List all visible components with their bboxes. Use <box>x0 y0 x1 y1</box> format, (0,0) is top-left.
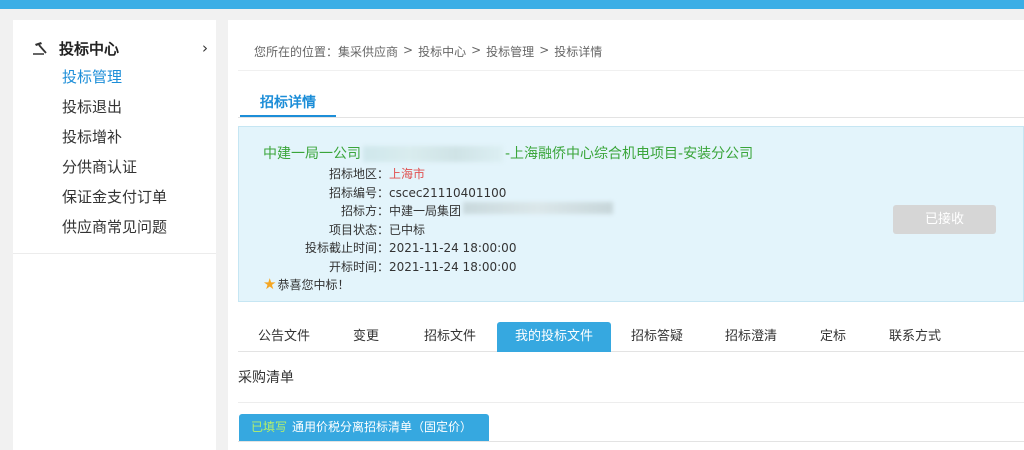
field-bid-deadline: 投标截止时间： 2021-11-24 18:00:00 <box>263 239 613 258</box>
redacted-block <box>463 202 614 214</box>
divider <box>238 402 1024 403</box>
main-panel: 您所在的位置： 集采供应商 > 投标中心 > 投标管理 > 投标详情 招标详情 … <box>228 20 1024 450</box>
breadcrumb-prefix: 您所在的位置： <box>254 45 339 59</box>
sidebar-divider <box>13 253 216 254</box>
fill-status: 已填写 <box>251 420 288 434</box>
tab-clarification[interactable]: 招标澄清 <box>715 322 787 352</box>
field-value: 2021-11-24 18:00:00 <box>389 259 517 274</box>
field-value: cscec21110401100 <box>389 185 507 200</box>
bill-tab[interactable]: 已填写 通用价税分离招标清单（固定价） <box>239 414 489 441</box>
company-prefix: 中建一局一公司 <box>263 146 361 162</box>
divider <box>238 70 1024 71</box>
field-project-status: 项目状态： 已中标 <box>263 221 613 240</box>
field-tender-number: 招标编号： cscec21110401100 <box>263 184 613 203</box>
field-opening-time: 开标时间： 2021-11-24 18:00:00 <box>263 258 613 277</box>
sidebar: 投标中心 › 投标管理 投标退出 投标增补 分供商认证 保证金支付订单 供应商常… <box>13 20 216 450</box>
field-label: 投标截止时间： <box>304 241 389 255</box>
tab-contact[interactable]: 联系方式 <box>879 322 951 352</box>
field-value: 中建一局集团 <box>389 204 462 218</box>
sidebar-item-bid-management[interactable]: 投标管理 <box>62 66 167 96</box>
sidebar-title: 投标中心 <box>59 39 120 58</box>
tab-award[interactable]: 定标 <box>809 322 857 352</box>
breadcrumb-item[interactable]: 投标中心 <box>418 43 466 60</box>
purchase-list-title: 采购清单 <box>238 370 294 386</box>
star-icon: ★ <box>263 275 277 293</box>
sidebar-item-deposit-orders[interactable]: 保证金支付订单 <box>62 186 167 216</box>
breadcrumb-item[interactable]: 集采供应商 <box>338 43 398 60</box>
tab-my-bid-docs[interactable]: 我的投标文件 <box>497 322 611 352</box>
breadcrumb-separator: > <box>539 43 550 57</box>
top-bar <box>0 0 1024 9</box>
company-suffix: -上海融侨中心综合机电项目-安装分公司 <box>505 146 754 162</box>
field-label: 项目状态： <box>328 222 389 237</box>
gavel-icon <box>33 42 47 55</box>
field-label: 招标方： <box>340 204 389 218</box>
tender-info-box: 中建一局一公司 -上海融侨中心综合机电项目-安装分公司 招标地区： 上海市 招标编… <box>238 126 1024 302</box>
redacted-block <box>363 146 503 162</box>
sidebar-item-subcontractor-cert[interactable]: 分供商认证 <box>62 156 167 186</box>
section-title: 招标详情 <box>240 92 336 117</box>
bill-name: 通用价税分离招标清单（固定价） <box>292 420 473 434</box>
tab-announcement[interactable]: 公告文件 <box>248 322 320 352</box>
sidebar-item-bid-withdraw[interactable]: 投标退出 <box>62 96 167 126</box>
divider <box>238 117 1024 118</box>
breadcrumb-item: 投标详情 <box>554 45 603 59</box>
breadcrumb: 您所在的位置： 集采供应商 > 投标中心 > 投标管理 > 投标详情 <box>254 43 602 60</box>
chevron-right-icon[interactable]: › <box>202 39 208 57</box>
field-label: 开标时间： <box>328 259 389 274</box>
sidebar-item-faq[interactable]: 供应商常见问题 <box>62 216 167 246</box>
tender-fields: 招标地区： 上海市 招标编号： cscec21110401100 招标方： 中建… <box>263 165 614 277</box>
tab-qa[interactable]: 招标答疑 <box>621 322 693 352</box>
field-label: 招标编号： <box>328 185 389 200</box>
breadcrumb-separator: > <box>471 43 482 57</box>
tab-changes[interactable]: 变更 <box>342 322 390 352</box>
field-value: 2021-11-24 18:00:00 <box>389 241 517 255</box>
field-value: 已中标 <box>389 222 426 237</box>
tab-tender-docs[interactable]: 招标文件 <box>414 322 486 352</box>
company-title: 中建一局一公司 -上海融侨中心综合机电项目-安装分公司 <box>263 143 753 163</box>
breadcrumb-separator: > <box>403 43 414 57</box>
field-tenderer: 招标方： 中建一局集团 <box>263 202 614 221</box>
tab-bar: 公告文件 变更 招标文件 我的投标文件 招标答疑 招标澄清 定标 联系方式 <box>238 322 1024 352</box>
accepted-button[interactable]: 已接收 <box>893 205 996 234</box>
sidebar-menu: 投标管理 投标退出 投标增补 分供商认证 保证金支付订单 供应商常见问题 <box>62 66 167 246</box>
divider <box>238 441 1024 442</box>
field-label: 招标地区： <box>328 167 389 181</box>
breadcrumb-item[interactable]: 投标管理 <box>486 43 534 60</box>
field-region: 招标地区： 上海市 <box>263 165 613 184</box>
field-value: 上海市 <box>389 167 426 181</box>
congrats-text: 恭喜您中标！ <box>277 277 350 292</box>
sidebar-item-bid-supplement[interactable]: 投标增补 <box>62 126 167 156</box>
sidebar-header[interactable]: 投标中心 › <box>32 37 208 59</box>
congrats-message: ★ 恭喜您中标！ <box>263 275 349 293</box>
